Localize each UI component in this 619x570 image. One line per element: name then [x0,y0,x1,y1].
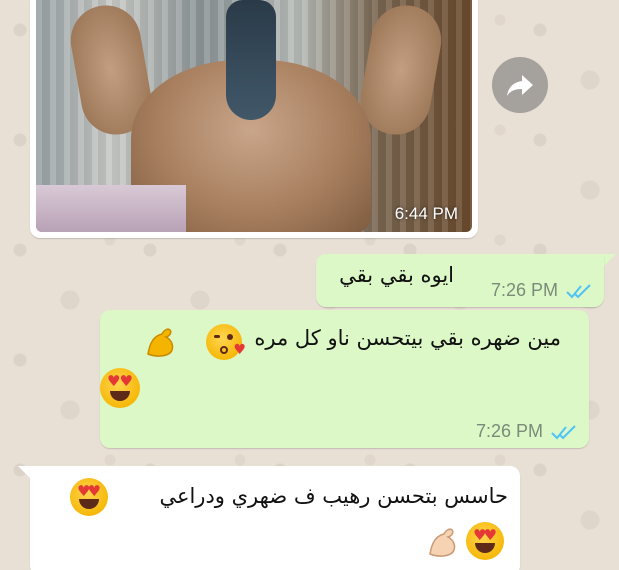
double-tick-read-icon [566,283,591,298]
heart-eyes-icon [466,522,504,560]
flexed-biceps-light-icon [426,524,462,565]
flexed-biceps-icon [144,324,180,365]
message-time: 7:26 PM [490,280,558,300]
message-meta: 7:26 PM [476,421,577,442]
bubble-tail [18,466,30,478]
message-text: ايوه بقي بقي [339,263,454,287]
photo-flexing-back[interactable]: 6:44 PM [36,0,472,232]
double-tick-read-icon [551,424,576,439]
message-text: مين ضهره بقي بيتحسن ناو كل مره [254,326,561,350]
message-meta: 7:26 PM [491,280,592,301]
incoming-message[interactable]: حاسس بتحسن رهيب ف ضهري ودراعي [30,466,520,570]
heart-eyes-icon [100,368,140,408]
forward-arrow-icon [507,75,533,96]
photo-pillow [36,185,186,232]
bubble-tail [604,254,616,266]
face-blowing-kiss-icon: ♥ [206,324,246,360]
message-time: 7:26 PM [475,421,543,441]
forward-button[interactable] [492,57,548,113]
message-text: حاسس بتحسن رهيب ف ضهري ودراعي [159,484,508,508]
heart-eyes-icon [70,478,108,516]
image-message[interactable]: 6:44 PM [30,0,478,238]
image-timestamp: 6:44 PM [394,204,458,223]
outgoing-message[interactable]: مين ضهره بقي بيتحسن ناو كل مره ♥ 7:26 PM [100,310,589,448]
photo-hair [226,0,276,120]
outgoing-message[interactable]: ايوه بقي بقي 7:26 PM [316,254,604,307]
